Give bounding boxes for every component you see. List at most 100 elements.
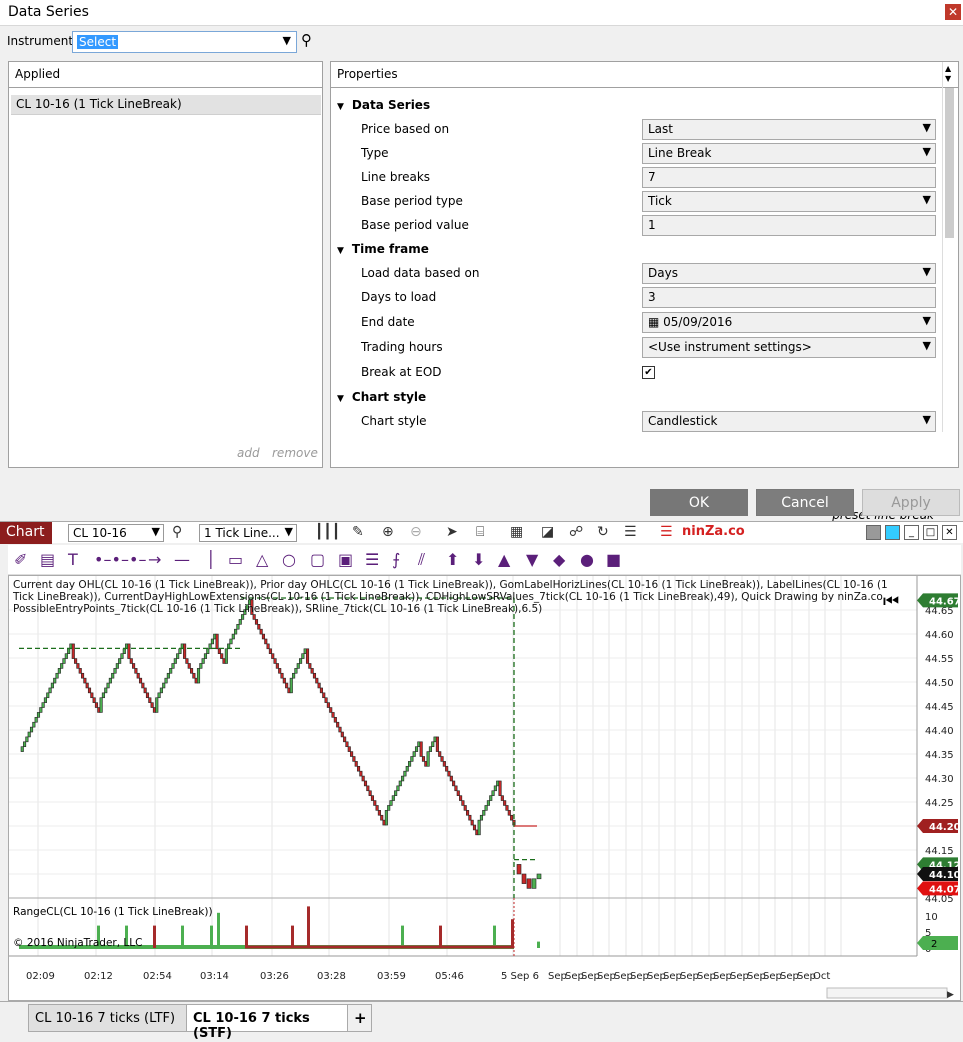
arrow-line-icon[interactable]: → — [148, 550, 161, 569]
field-chart-style[interactable]: Candlestick ▼ — [642, 411, 936, 432]
add-tab-button[interactable]: + — [347, 1004, 372, 1032]
scroll-thumb[interactable] — [945, 88, 954, 238]
vertical-line-icon[interactable]: │ — [206, 550, 216, 569]
brand-label: ninZa.co — [682, 524, 745, 539]
section-data-series[interactable]: ▼ Data Series — [337, 98, 430, 112]
chart-instrument-select[interactable]: CL 10-16 ▼ — [68, 524, 164, 542]
pencil-icon[interactable]: ✎ — [352, 524, 364, 540]
horizontal-scrollbar[interactable] — [826, 987, 948, 999]
close-icon[interactable]: ✕ — [942, 525, 957, 540]
dot-icon[interactable]: ● — [580, 550, 594, 569]
bars-type-icon[interactable]: ┃┃┃ — [315, 524, 340, 540]
candle — [363, 780, 368, 787]
candle — [428, 746, 432, 752]
field-base-period-value[interactable]: 1 — [642, 215, 936, 236]
arrow-up-icon[interactable]: ⬆ — [446, 550, 459, 569]
gann-icon[interactable]: ⨍ — [392, 550, 400, 569]
collapse-icon[interactable]: ▼ — [337, 102, 344, 112]
applied-item[interactable]: CL 10-16 (1 Tick LineBreak) — [11, 95, 321, 115]
y-tick-label: 44.35 — [925, 750, 954, 761]
chart-tab[interactable]: Chart — [0, 522, 52, 544]
scroll-right-icon[interactable]: ▶ — [947, 990, 954, 1000]
menu-icon[interactable]: ☰ — [660, 524, 673, 540]
list-icon[interactable]: ☰ — [624, 524, 637, 540]
field-type[interactable]: Line Break ▼ — [642, 143, 936, 164]
properties-scrollbar[interactable]: ▲ ▼ — [942, 62, 956, 432]
zoom-out-icon[interactable]: ⊖ — [410, 524, 422, 540]
candle — [176, 653, 180, 659]
field-price-based-on[interactable]: Last ▼ — [642, 119, 936, 140]
ok-button[interactable]: OK — [650, 489, 748, 516]
extended-line-icon[interactable]: –•– — [121, 550, 146, 569]
arrow-down-icon[interactable]: ⬇ — [472, 550, 485, 569]
section-time-frame[interactable]: ▼ Time frame — [337, 242, 429, 256]
candle — [396, 785, 400, 792]
pointer-icon[interactable]: ➤ — [446, 524, 458, 540]
label-trading-hours: Trading hours — [361, 340, 443, 354]
minimize-icon[interactable]: _ — [904, 525, 919, 540]
field-end-date[interactable]: ▦ 05/09/2016 ▼ — [642, 312, 936, 333]
horizontal-line-icon[interactable]: — — [174, 550, 190, 569]
field-trading-hours[interactable]: <Use instrument settings> ▼ — [642, 337, 936, 358]
chart-period-select[interactable]: 1 Tick Line... ▼ — [199, 524, 297, 542]
instrument-select[interactable]: Select ▼ — [72, 31, 297, 53]
refresh-icon[interactable]: ↻ — [597, 524, 609, 540]
y-tick-label: 44.30 — [925, 774, 954, 785]
collapse-icon[interactable]: ▼ — [337, 394, 344, 404]
close-icon[interactable]: ✕ — [945, 4, 961, 20]
search-icon[interactable]: ⚲ — [301, 31, 312, 49]
field-value: 3 — [648, 290, 656, 304]
calendar-icon[interactable]: ▦ — [648, 315, 663, 329]
candle — [266, 643, 270, 650]
y-tick-label: 44.55 — [925, 654, 954, 665]
diamond-icon[interactable]: ◆ — [553, 550, 565, 569]
line-segment-icon[interactable]: •–• — [94, 550, 121, 569]
checkbox-break-at-eod[interactable]: ✔ — [642, 366, 655, 379]
color-icon[interactable] — [866, 525, 881, 540]
y-tick-label: 44.25 — [925, 798, 954, 809]
add-link[interactable]: add — [237, 446, 260, 460]
text-icon[interactable]: T — [68, 550, 78, 569]
tab-ltf[interactable]: CL 10-16 7 ticks (LTF) — [28, 1004, 188, 1032]
data-box-icon[interactable]: ⌸ — [476, 524, 484, 540]
scroll-down-icon[interactable]: ▼ — [945, 74, 951, 83]
range-bar — [245, 925, 248, 948]
rectangle-icon[interactable]: ▭ — [228, 550, 243, 569]
remove-link[interactable]: remove — [272, 446, 318, 460]
price-marker-label: 44.20 — [929, 822, 960, 833]
triangle-up-icon[interactable]: ▲ — [498, 550, 510, 569]
range-bar — [291, 925, 294, 948]
ruler-icon[interactable]: ▤ — [40, 550, 55, 569]
search-icon[interactable]: ⚲ — [172, 524, 182, 540]
fibonacci-icon[interactable]: ☰ — [365, 550, 379, 569]
candle — [435, 736, 439, 752]
channel-icon[interactable]: ⫽ — [418, 550, 425, 570]
triangle-down-icon[interactable]: ▼ — [526, 550, 538, 569]
region-icon[interactable]: ▢ — [310, 550, 325, 569]
field-base-period-type[interactable]: Tick ▼ — [642, 191, 936, 212]
scroll-up-icon[interactable]: ▲ — [945, 64, 951, 73]
chart-canvas[interactable]: 44.65 44.60 44.55 44.50 44.45 44.40 44.35 44.30… — [9, 576, 961, 1000]
square-icon[interactable]: ■ — [606, 550, 621, 569]
cancel-button[interactable]: Cancel — [756, 489, 854, 516]
region-highlight-icon[interactable]: ▣ — [338, 550, 353, 569]
collapse-icon[interactable]: ▼ — [337, 246, 344, 256]
color-icon[interactable] — [885, 525, 900, 540]
candle — [183, 643, 187, 659]
windows-icon[interactable]: ◪ — [541, 524, 554, 540]
candle — [331, 712, 335, 718]
field-line-breaks[interactable]: 7 — [642, 167, 936, 188]
maximize-icon[interactable]: □ — [923, 525, 938, 540]
apply-button[interactable]: Apply — [862, 489, 960, 516]
layout-icon[interactable]: ▦ — [510, 524, 523, 540]
field-load-data-based-on[interactable]: Days ▼ — [642, 263, 936, 284]
ellipse-icon[interactable]: ○ — [282, 550, 296, 569]
brush-icon[interactable]: ✐ — [14, 550, 27, 569]
strategies-icon[interactable]: ☍ — [569, 524, 583, 540]
chart-area[interactable]: 44.65 44.60 44.55 44.50 44.45 44.40 44.35 44.30… — [8, 575, 961, 1001]
section-chart-style[interactable]: ▼ Chart style — [337, 390, 426, 404]
zoom-in-icon[interactable]: ⊕ — [382, 524, 394, 540]
field-days-to-load[interactable]: 3 — [642, 287, 936, 308]
triangle-icon[interactable]: △ — [256, 550, 268, 569]
tab-stf[interactable]: CL 10-16 7 ticks (STF) — [186, 1004, 348, 1041]
